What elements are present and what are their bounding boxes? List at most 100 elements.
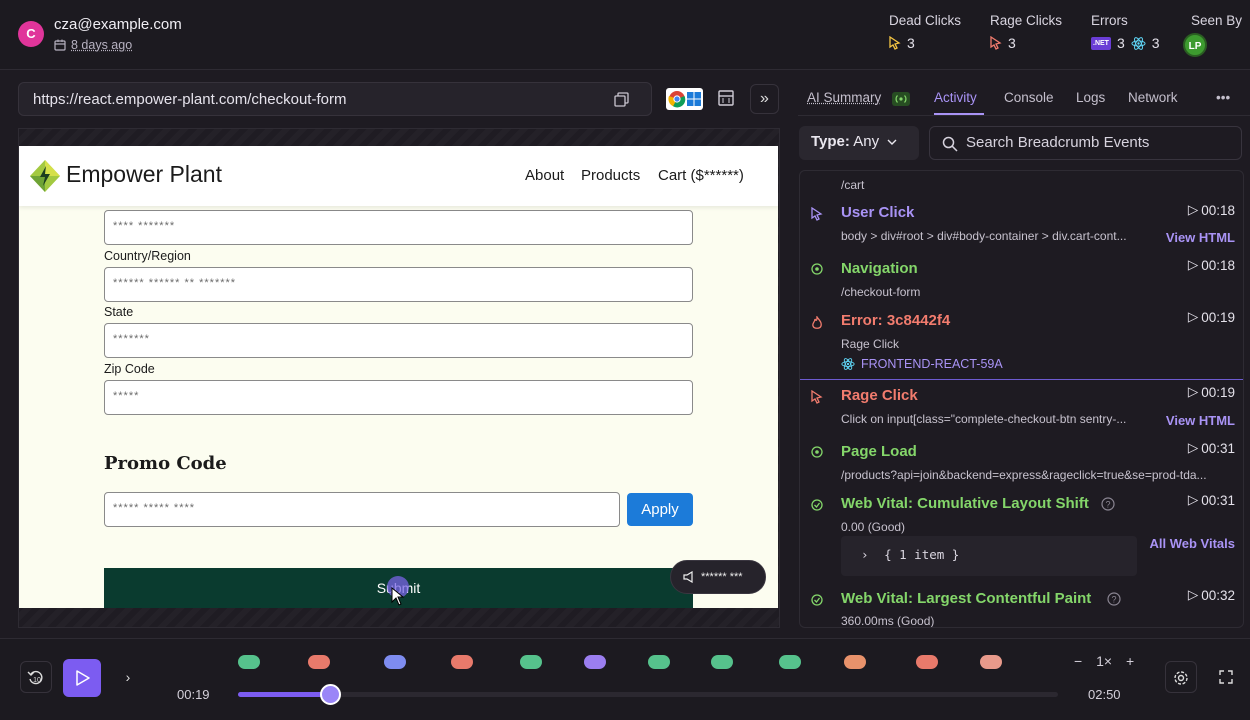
tab-network[interactable]: Network (1128, 90, 1178, 105)
issue-link[interactable]: FRONTEND-REACT-59A (841, 357, 1003, 371)
view-html-link[interactable]: View HTML (1166, 230, 1235, 245)
location-pin-icon (811, 263, 823, 275)
timeline-marker[interactable] (520, 655, 542, 669)
tab-console[interactable]: Console (1004, 90, 1054, 105)
replayed-page[interactable]: Empower Plant About Products Cart ($****… (19, 146, 778, 608)
event-title[interactable]: Navigation (841, 260, 918, 277)
timeline-marker[interactable] (648, 655, 670, 669)
event-timestamp[interactable]: ▷ 00:18 (1188, 257, 1235, 273)
fire-icon (812, 316, 822, 329)
event-title[interactable]: Web Vital: Cumulative Layout Shift (841, 495, 1089, 512)
overlay-text: ****** *** (701, 571, 743, 583)
breadcrumb-list: /cart User Click ▷ 00:18 body > div#root … (799, 170, 1244, 628)
timeline-marker[interactable] (916, 655, 938, 669)
promo-field[interactable]: ***** ***** **** (104, 492, 620, 527)
dead-clicks-label: Dead Clicks (889, 13, 962, 28)
event-time: 00:19 (1201, 384, 1235, 400)
site-brand[interactable]: Empower Plant (66, 161, 222, 188)
event-timestamp[interactable]: ▷ 00:31 (1188, 492, 1235, 508)
dotnet-error-value: 3 (1116, 35, 1125, 51)
play-icon (76, 670, 90, 686)
event-selector: body > div#root > div#body-container > d… (841, 229, 1127, 243)
errors-count[interactable]: .NET 3 3 (1091, 35, 1160, 51)
json-viewer[interactable]: › { 1 item } (841, 536, 1137, 576)
issue-id: FRONTEND-REACT-59A (861, 357, 1003, 371)
speed-value: 1× (1096, 653, 1113, 669)
event-title[interactable]: Error: 3c8442f4 (841, 312, 950, 329)
rage-clicks-count[interactable]: 3 (990, 35, 1016, 51)
state-field[interactable]: ******* (104, 323, 693, 358)
nav-products[interactable]: Products (581, 167, 640, 184)
event-timestamp[interactable]: ▷ 00:19 (1188, 384, 1235, 400)
event-title[interactable]: Web Vital: Largest Contentful Paint (841, 590, 1091, 607)
current-time-divider (800, 379, 1243, 380)
tab-activity[interactable]: Activity (934, 90, 977, 105)
event-value: 0.00 (Good) (841, 520, 906, 534)
timeline-scrubber[interactable] (319, 684, 341, 705)
event-timestamp[interactable]: ▷ 00:19 (1188, 309, 1235, 325)
timeline-marker[interactable] (779, 655, 801, 669)
cursor-icon (889, 36, 901, 50)
event-timestamp[interactable]: ▷ 00:32 (1188, 587, 1235, 603)
nav-cart[interactable]: Cart ($******) (658, 167, 744, 184)
svg-text:?: ? (1105, 500, 1110, 510)
dead-clicks-count[interactable]: 3 (889, 35, 915, 51)
tab-logs[interactable]: Logs (1076, 90, 1105, 105)
expand-panel-button[interactable]: » (750, 84, 779, 114)
settings-button[interactable] (1165, 661, 1197, 693)
apply-button[interactable]: Apply (627, 493, 693, 526)
timeline-marker[interactable] (308, 655, 330, 669)
timeline-marker[interactable] (238, 655, 260, 669)
double-chevron-icon: » (760, 90, 769, 107)
address-field[interactable]: **** ******* (104, 210, 693, 245)
timeline-marker[interactable] (711, 655, 733, 669)
copy-icon[interactable] (614, 92, 629, 107)
replay-url[interactable]: https://react.empower-plant.com/checkout… (33, 91, 346, 108)
timeline-marker[interactable] (384, 655, 406, 669)
browser-os-badge[interactable] (666, 88, 703, 110)
rewind-10-button[interactable]: 10 (20, 661, 52, 693)
plant-logo-icon (30, 160, 60, 192)
timeline-markers[interactable] (238, 650, 1058, 674)
event-title[interactable]: Page Load (841, 443, 917, 460)
search-placeholder: Search Breadcrumb Events (966, 134, 1150, 151)
next-event-button[interactable]: › (112, 661, 144, 693)
help-icon[interactable]: ? (1107, 592, 1121, 606)
session-date: 8 days ago (54, 38, 132, 52)
user-email[interactable]: cza@example.com (54, 16, 182, 33)
breadcrumb-search-input[interactable]: Search Breadcrumb Events (929, 126, 1242, 160)
event-timestamp[interactable]: ▷ 00:18 (1188, 202, 1235, 218)
event-timestamp[interactable]: ▷ 00:31 (1188, 440, 1235, 456)
timeline-marker[interactable] (584, 655, 606, 669)
nav-about[interactable]: About (525, 167, 564, 184)
zip-field[interactable]: ***** (104, 380, 693, 415)
view-html-link[interactable]: View HTML (1166, 413, 1235, 428)
play-button[interactable] (63, 659, 101, 697)
replay-overlay-pill[interactable]: ****** *** (670, 560, 766, 594)
playback-speed[interactable]: − 1× + (1074, 653, 1134, 669)
user-avatar[interactable]: C (18, 21, 44, 47)
play-icon: ▷ (1187, 440, 1199, 455)
country-field[interactable]: ****** ****** ** ******* (104, 267, 693, 302)
plus-icon[interactable]: + (1126, 653, 1134, 669)
more-options-icon[interactable]: ••• (1216, 90, 1230, 105)
tab-ai-summary[interactable]: AI Summary (807, 90, 881, 105)
timeline-marker[interactable] (980, 655, 1002, 669)
timeline-marker[interactable] (844, 655, 866, 669)
all-web-vitals-link[interactable]: All Web Vitals (1150, 536, 1236, 551)
time-ago[interactable]: 8 days ago (71, 38, 132, 52)
site-navbar: Empower Plant About Products Cart ($****… (19, 146, 778, 206)
timeline-track[interactable] (238, 692, 1058, 697)
event-title[interactable]: Rage Click (841, 387, 918, 404)
total-duration: 02:50 (1088, 687, 1121, 702)
timeline-marker[interactable] (451, 655, 473, 669)
type-filter-dropdown[interactable]: Type: Any (799, 126, 919, 160)
minus-icon[interactable]: − (1074, 653, 1082, 669)
help-icon[interactable]: ? (1101, 497, 1115, 511)
calendar-device-icon[interactable] (718, 88, 734, 108)
viewer-avatar[interactable]: LP (1183, 33, 1207, 57)
event-path: /cart (841, 178, 865, 192)
fullscreen-button[interactable] (1210, 661, 1242, 693)
event-path: /checkout-form (841, 285, 921, 299)
event-title[interactable]: User Click (841, 204, 914, 221)
